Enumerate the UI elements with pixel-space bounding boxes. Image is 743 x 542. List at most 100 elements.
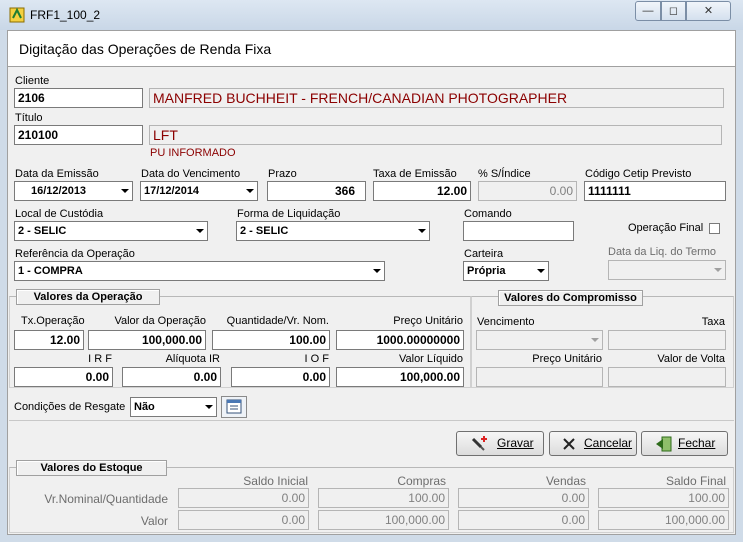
- estoque-cell: 100,000.00: [598, 510, 729, 530]
- close-button[interactable]: ✕: [686, 1, 731, 21]
- estoque-cell: 0.00: [458, 488, 589, 508]
- pct-indice-input: 0.00: [478, 181, 577, 201]
- valor-volta-label: Valor de Volta: [657, 353, 725, 365]
- cetip-input[interactable]: 1111111: [584, 181, 726, 201]
- data-vencimento-value: 17/12/2014: [144, 185, 200, 197]
- referencia-label: Referência da Operação: [15, 248, 135, 260]
- titulo-name-display: LFT: [149, 125, 722, 145]
- aliquota-ir-label: Alíquota IR: [165, 353, 220, 365]
- title-bar: [0, 0, 743, 30]
- cliente-code-input[interactable]: 2106: [14, 88, 143, 108]
- chevron-down-icon: [205, 405, 213, 409]
- data-liq-select: [608, 260, 726, 280]
- chevron-down-icon: [121, 189, 129, 193]
- comando-input[interactable]: [463, 221, 574, 241]
- compras-header: Compras: [397, 474, 446, 488]
- cliente-name-display: MANFRED BUCHHEIT - FRENCH/CANADIAN PHOTO…: [149, 88, 724, 108]
- tx-operacao-input[interactable]: 12.00: [14, 330, 84, 350]
- fechar-text: Fechar: [678, 436, 716, 450]
- chevron-down-icon: [246, 189, 254, 193]
- prazo-label: Prazo: [268, 168, 297, 180]
- gravar-label: Gravar: [497, 432, 534, 455]
- tx-operacao-label: Tx.Operação: [21, 315, 85, 327]
- taxa-emissao-label: Taxa de Emissão: [373, 168, 457, 180]
- divider: [9, 420, 734, 421]
- taxa-emissao-input[interactable]: 12.00: [373, 181, 471, 201]
- app-icon: [9, 7, 25, 23]
- estoque-row-label: Valor: [140, 514, 168, 528]
- vencimento-compromisso-select: [476, 330, 603, 350]
- cancelar-text: Cancelar: [584, 436, 633, 450]
- local-custodia-label: Local de Custódia: [15, 208, 104, 220]
- data-emissao-label: Data da Emissão: [15, 168, 99, 180]
- chevron-down-icon: [418, 229, 426, 233]
- taxa-compromisso-input: [608, 330, 726, 350]
- resgate-details-button[interactable]: [221, 396, 247, 418]
- taxa-label: Taxa: [701, 316, 725, 328]
- titulo-code-input[interactable]: 210100: [14, 125, 143, 145]
- iof-input[interactable]: 0.00: [231, 367, 330, 387]
- cancelar-button[interactable]: Cancelar: [549, 431, 637, 456]
- maximize-button[interactable]: ◻: [661, 1, 686, 21]
- preco-unitario-label: Preço Unitário: [393, 315, 463, 327]
- forma-liquidacao-select[interactable]: 2 - SELIC: [236, 221, 430, 241]
- fechar-button[interactable]: Fechar: [641, 431, 728, 456]
- resgate-value: Não: [134, 401, 155, 413]
- resgate-label: Condições de Resgate: [14, 401, 126, 413]
- pu-informado-note: PU INFORMADO: [150, 147, 236, 159]
- estoque-cell: 0.00: [178, 488, 309, 508]
- vendas-header: Vendas: [545, 474, 586, 488]
- cetip-label: Código Cetip Previsto: [585, 168, 692, 180]
- comando-label: Comando: [464, 208, 512, 220]
- list-icon: [226, 399, 242, 414]
- valor-operacao-label: Valor da Operação: [114, 315, 206, 327]
- preco-unitario-input[interactable]: 1000.00000000: [336, 330, 464, 350]
- prazo-input[interactable]: 366: [267, 181, 366, 201]
- pct-indice-label: % S/Índice: [478, 168, 531, 180]
- data-emissao-picker[interactable]: 16/12/2013: [14, 181, 133, 201]
- cancel-icon: [563, 438, 575, 450]
- resgate-select[interactable]: Não: [130, 397, 217, 417]
- estoque-cell: 0.00: [178, 510, 309, 530]
- valor-operacao-input[interactable]: 100,000.00: [88, 330, 206, 350]
- aliquota-ir-input[interactable]: 0.00: [122, 367, 221, 387]
- referencia-select[interactable]: 1 - COMPRA: [14, 261, 385, 281]
- carteira-value: Própria: [467, 265, 506, 277]
- valor-liquido-input[interactable]: 100,000.00: [336, 367, 464, 387]
- valor-volta-input: [608, 367, 726, 387]
- chevron-down-icon: [373, 269, 381, 273]
- compromisso-pu-label: Preço Unitário: [532, 353, 602, 365]
- quantidade-input[interactable]: 100.00: [212, 330, 330, 350]
- save-icon: [471, 436, 487, 451]
- gravar-button[interactable]: Gravar: [456, 431, 544, 456]
- operacao-final-checkbox[interactable]: [709, 223, 720, 234]
- quantidade-label: Quantidade/Vr. Nom.: [226, 315, 329, 327]
- saldo-inicial-header: Saldo Inicial: [243, 474, 308, 488]
- chevron-down-icon: [537, 269, 545, 273]
- local-custodia-value: 2 - SELIC: [18, 225, 67, 237]
- vencimento-label: Vencimento: [477, 316, 535, 328]
- chevron-down-icon: [714, 268, 722, 272]
- minimize-button[interactable]: —: [635, 1, 661, 21]
- estoque-row-label: Vr.Nominal/Quantidade: [44, 492, 168, 506]
- window-title: FRF1_100_2: [30, 8, 101, 22]
- fechar-label: Fechar: [678, 432, 715, 455]
- forma-liquidacao-label: Forma de Liquidação: [237, 208, 341, 220]
- saldo-final-header: Saldo Final: [665, 474, 726, 488]
- gravar-text: Gravar: [497, 436, 534, 450]
- carteira-label: Carteira: [464, 248, 504, 260]
- valores-compromisso-title: Valores do Compromisso: [498, 290, 643, 306]
- data-vencimento-label: Data do Vencimento: [141, 168, 241, 180]
- data-liq-label: Data da Liq. do Termo: [608, 246, 717, 258]
- data-vencimento-picker[interactable]: 17/12/2014: [140, 181, 258, 201]
- compromisso-pu-input: [476, 367, 603, 387]
- estoque-cell: 100.00: [598, 488, 729, 508]
- exit-icon: [656, 436, 672, 452]
- valores-operacao-title: Valores da Operação: [16, 289, 160, 305]
- irf-label: I R F: [88, 353, 112, 365]
- estoque-cell: 0.00: [458, 510, 589, 530]
- operacao-final-label: Operação Final: [628, 222, 704, 234]
- carteira-select[interactable]: Própria: [463, 261, 549, 281]
- local-custodia-select[interactable]: 2 - SELIC: [14, 221, 208, 241]
- irf-input[interactable]: 0.00: [14, 367, 113, 387]
